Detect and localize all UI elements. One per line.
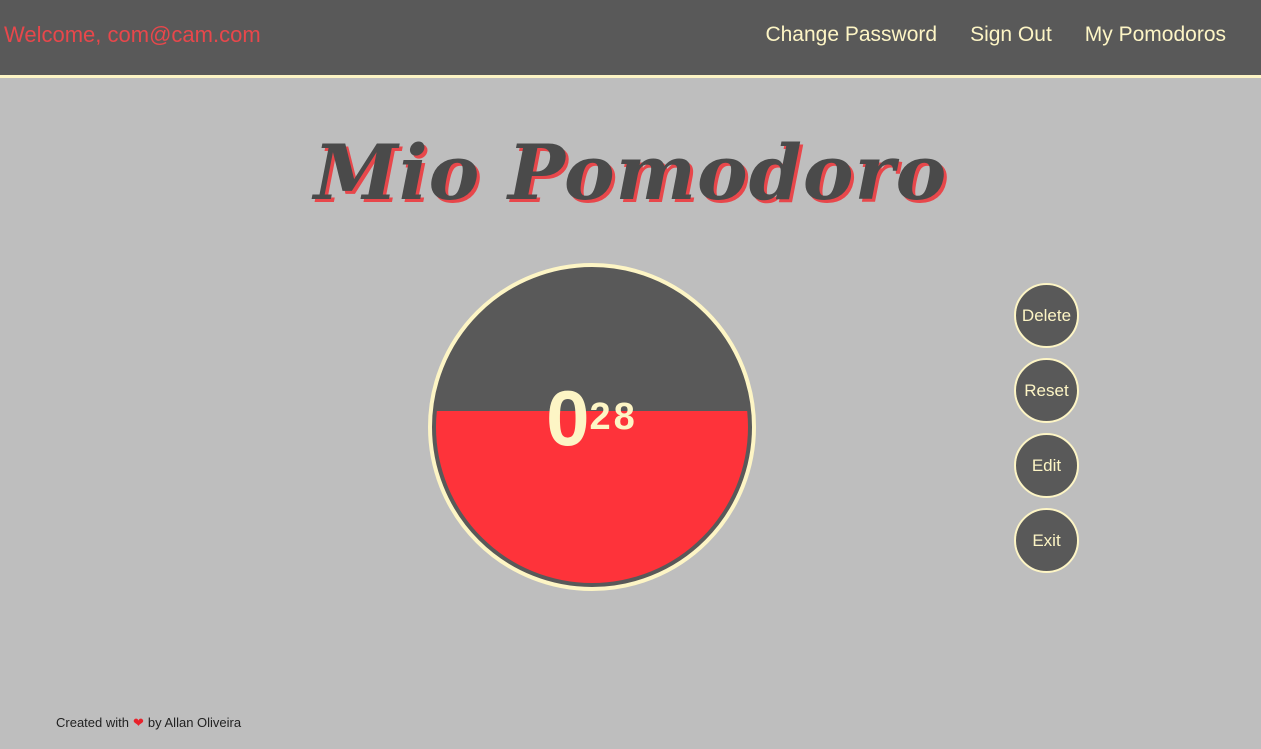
change-password-link[interactable]: Change Password xyxy=(765,23,937,47)
timer-display: 028 xyxy=(432,379,752,457)
sign-out-link[interactable]: Sign Out xyxy=(970,23,1052,47)
timer-seconds: 28 xyxy=(589,396,638,438)
pomodoro-timer: 028 xyxy=(428,263,756,591)
top-navbar: Welcome, com@cam.com Change Password Sig… xyxy=(0,0,1261,78)
footer-prefix: Created with xyxy=(56,715,129,730)
welcome-message: Welcome, com@cam.com xyxy=(4,22,261,47)
nav-links: Change Password Sign Out My Pomodoros xyxy=(765,23,1226,47)
exit-button[interactable]: Exit xyxy=(1014,508,1079,573)
footer-credit: Created with ❤ by Allan Oliveira xyxy=(56,715,241,731)
timer-minutes: 0 xyxy=(546,374,590,462)
edit-button[interactable]: Edit xyxy=(1014,433,1079,498)
my-pomodoros-link[interactable]: My Pomodoros xyxy=(1085,23,1226,47)
reset-button[interactable]: Reset xyxy=(1014,358,1079,423)
page-title: Mio Pomodoro xyxy=(313,128,948,217)
delete-button[interactable]: Delete xyxy=(1014,283,1079,348)
footer-suffix: by Allan Oliveira xyxy=(147,715,242,730)
heart-icon: ❤ xyxy=(132,715,144,730)
timer-actions: Delete Reset Edit Exit xyxy=(1014,283,1079,573)
